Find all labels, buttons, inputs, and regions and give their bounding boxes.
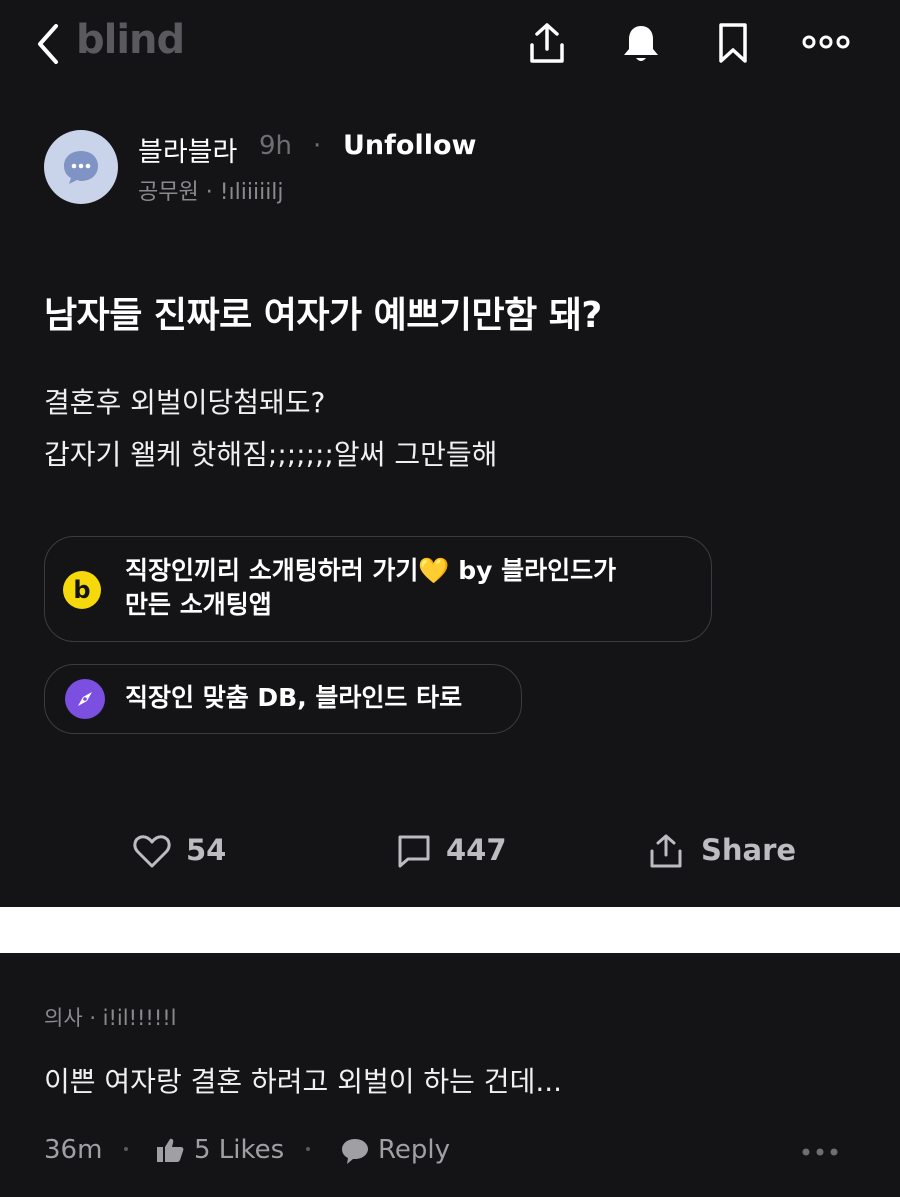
promo-1-line-2: 만든 소개팅앱: [125, 590, 272, 619]
blind-logo: blind: [76, 17, 185, 63]
heart-icon[interactable]: [132, 833, 172, 871]
chat-bubble-icon: [64, 151, 98, 184]
promo-1-line-1: 직장인끼리 소개팅하러 가기💛 by 블라인드가: [125, 556, 617, 585]
reply-bubble-icon[interactable]: [340, 1137, 370, 1167]
share-button[interactable]: Share: [701, 833, 796, 867]
author-name[interactable]: 블라블라: [138, 130, 237, 169]
thumbs-up-icon[interactable]: [156, 1137, 184, 1165]
comment-meta: 의사 · i!il!!!!!l: [44, 1006, 177, 1030]
post-time: 9h: [259, 131, 293, 161]
blind-dating-icon-letter: b: [73, 576, 91, 604]
promo-2-line-1: 직장인 맞춤 DB, 블라인드 타로: [125, 683, 463, 712]
comment-text: 이쁜 여자랑 결혼 하려고 외벌이 하는 건데...: [44, 1065, 563, 1098]
like-count[interactable]: 54: [186, 833, 226, 867]
more-icon[interactable]: [798, 24, 854, 60]
post-body-line-1: 결혼후 외벌이당첨돼도?: [44, 386, 326, 419]
post-body-line-2: 갑자기 왤케 핫해짐;;;;;;;알써 그만들해: [44, 438, 498, 471]
comment-count[interactable]: 447: [446, 833, 507, 867]
company-line: 공무원 · !ıliiiiilj: [138, 180, 284, 205]
blind-dating-app-icon: b: [63, 571, 101, 609]
bookmark-icon[interactable]: [708, 18, 758, 68]
back-chevron-icon[interactable]: [28, 20, 68, 68]
comment-time: 36m: [44, 1135, 103, 1165]
bell-icon[interactable]: [616, 18, 666, 68]
promo-blind-tarot[interactable]: 직장인 맞춤 DB, 블라인드 타로: [44, 664, 522, 734]
avatar[interactable]: [44, 130, 118, 204]
comment-likes[interactable]: 5 Likes: [194, 1135, 284, 1165]
share-small-icon[interactable]: [648, 833, 688, 871]
comment-icon[interactable]: [396, 833, 436, 871]
post-title: 남자들 진짜로 여자가 예쁘기만함 돼?: [44, 295, 602, 336]
comment-more-icon[interactable]: [798, 1140, 842, 1164]
unfollow-button[interactable]: Unfollow: [343, 130, 476, 161]
share-icon[interactable]: [522, 18, 572, 68]
separator-dot: [306, 1147, 310, 1151]
compass-icon: [65, 679, 105, 719]
separator-dot: ·: [313, 131, 322, 161]
promo-blind-dating[interactable]: b 직장인끼리 소개팅하러 가기💛 by 블라인드가 만든 소개팅앱: [44, 536, 712, 642]
separator-dot: [124, 1147, 128, 1151]
reply-button[interactable]: Reply: [378, 1135, 450, 1165]
